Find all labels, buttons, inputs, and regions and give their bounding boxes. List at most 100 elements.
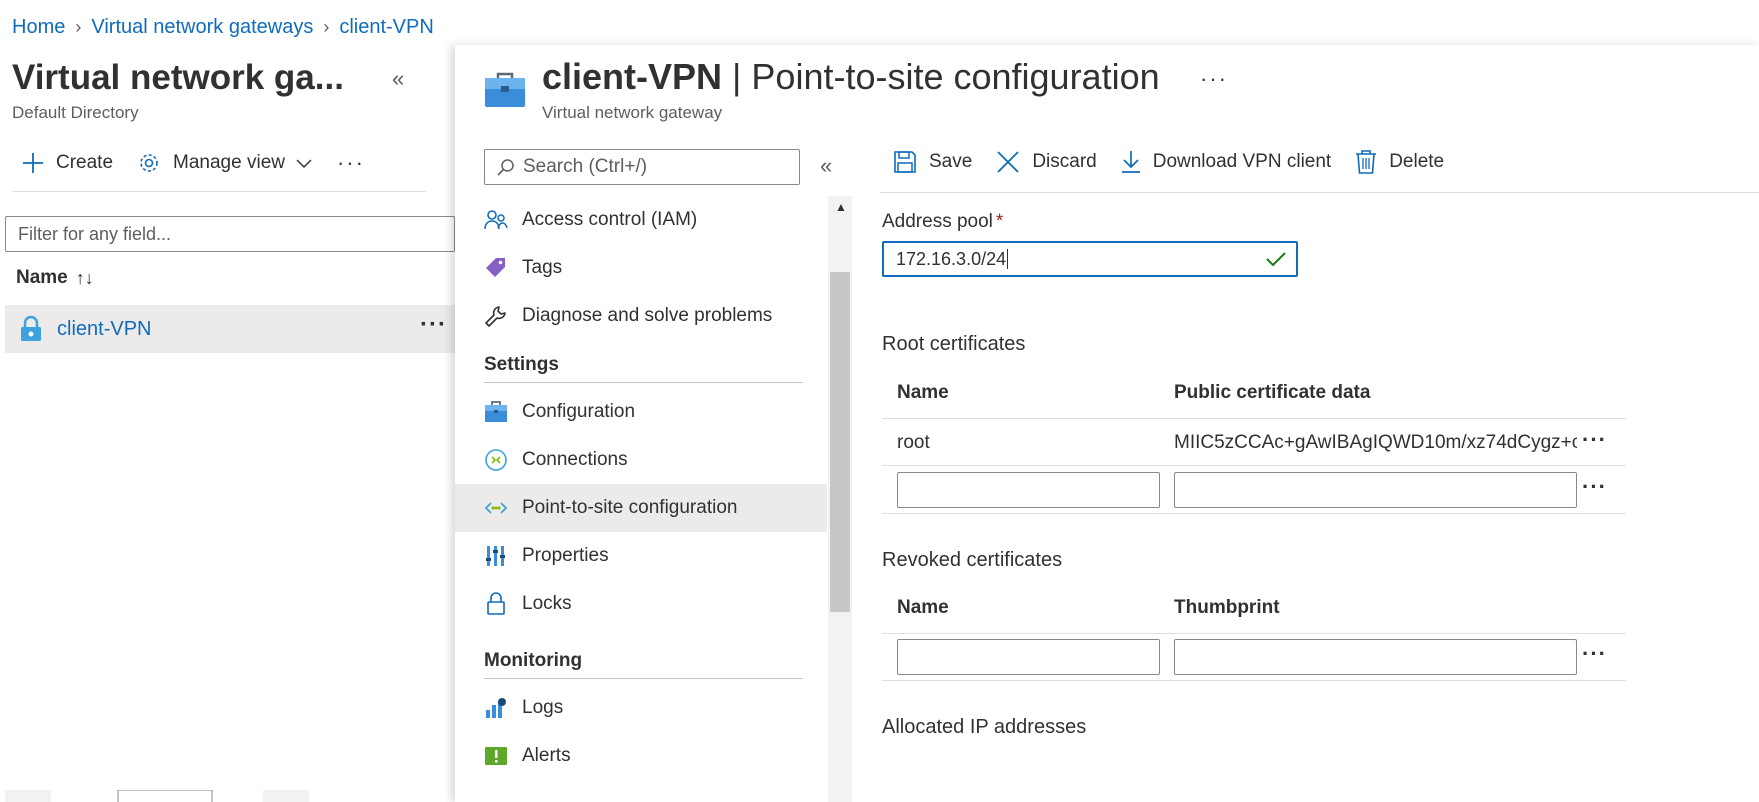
menu-item-label: Configuration <box>522 401 636 422</box>
trash-icon <box>1356 150 1377 174</box>
sort-icon: ↑↓ <box>75 267 94 288</box>
filter-input[interactable]: Filter for any field... <box>5 216 455 252</box>
connections-icon <box>484 448 508 472</box>
revoked-certificates-heading: Revoked certificates <box>882 549 1063 571</box>
text-caret <box>1007 249 1009 269</box>
gear-icon <box>140 154 158 172</box>
menu-item-tags[interactable]: Tags <box>455 244 827 292</box>
wrench-icon <box>484 304 508 328</box>
required-marker: * <box>995 211 1004 232</box>
menu-item-label: Properties <box>522 545 609 566</box>
root-cert-new-more-button[interactable]: ··· <box>1582 474 1607 500</box>
download-vpn-client-button[interactable]: Download VPN client <box>1121 150 1331 174</box>
p2s-icon <box>484 496 508 520</box>
left-more-button[interactable]: ··· <box>337 150 365 176</box>
save-label: Save <box>929 151 973 172</box>
page-title: client-VPN | Point-to-site configuration <box>542 56 1160 98</box>
list-item-client-vpn[interactable]: client-VPN ··· <box>5 305 455 353</box>
search-icon <box>497 159 514 176</box>
row-divider <box>882 633 1626 634</box>
client-vpn-link[interactable]: client-VPN <box>57 318 151 341</box>
logs-icon <box>484 696 508 720</box>
menu-item-alerts[interactable]: Alerts <box>455 732 827 780</box>
menu-item-access-control[interactable]: Access control (IAM) <box>455 196 827 244</box>
left-blade-subtitle: Default Directory <box>12 103 139 122</box>
tag-icon <box>484 256 508 280</box>
scroll-thumb[interactable] <box>830 272 850 612</box>
collapse-menu-button[interactable]: « <box>820 153 832 179</box>
toolbox-icon <box>484 400 508 424</box>
command-bar-divider <box>880 192 1759 193</box>
menu-item-connections[interactable]: Connections <box>455 436 827 484</box>
chevron-right-icon: › <box>75 17 82 37</box>
search-placeholder: Search (Ctrl+/) <box>523 156 648 177</box>
row-more-button[interactable]: ··· <box>420 311 447 339</box>
name-column-header[interactable]: Name ↑↓ <box>16 267 94 289</box>
alerts-icon <box>484 744 508 768</box>
manage-view-label: Manage view <box>173 152 285 173</box>
address-pool-value: 172.16.3.0/24 <box>896 248 1007 269</box>
menu-item-properties[interactable]: Properties <box>455 532 827 580</box>
revoked-new-thumbprint-input[interactable] <box>1174 639 1577 675</box>
menu-item-logs[interactable]: Logs <box>455 684 827 732</box>
root-cert-name: root <box>897 432 930 453</box>
name-column-label: Name <box>16 267 68 288</box>
root-cert-new-data-input[interactable] <box>1174 472 1577 508</box>
toolbox-icon <box>484 72 526 108</box>
revoked-new-name-input[interactable] <box>897 639 1160 675</box>
left-blade-title: Virtual network ga... <box>12 58 344 97</box>
revoked-col-name: Name <box>897 597 949 618</box>
resource-menu: Access control (IAM) Tags Diagnose and s… <box>455 196 827 780</box>
root-col-name: Name <box>897 382 949 403</box>
manage-view-button[interactable]: Manage view <box>137 151 313 175</box>
discard-button[interactable]: Discard <box>996 150 1097 174</box>
root-cert-data: MIIC5zCCAc+gAwIBAgIQWD10m/xz74dCygz+c <box>1174 432 1577 453</box>
chevron-right-icon: › <box>323 17 330 37</box>
left-toolbar: Create Manage view ··· <box>22 150 389 176</box>
menu-item-point-to-site[interactable]: Point-to-site configuration <box>455 484 827 532</box>
menu-item-diagnose[interactable]: Diagnose and solve problems <box>455 292 827 340</box>
page-title-separator: | <box>722 56 752 97</box>
menu-item-label: Connections <box>522 449 628 470</box>
command-bar: Save Discard Download VPN client Delete <box>893 150 1468 174</box>
section-divider <box>484 678 803 679</box>
close-icon <box>997 151 1019 173</box>
blade-more-button[interactable]: ··· <box>1200 66 1228 92</box>
chevron-down-icon <box>296 159 312 169</box>
menu-item-configuration[interactable]: Configuration <box>455 388 827 436</box>
create-button[interactable]: Create <box>22 152 113 174</box>
allocated-ip-heading: Allocated IP addresses <box>882 716 1087 738</box>
people-icon <box>484 208 508 232</box>
row-divider <box>882 680 1626 681</box>
page-subtitle: Virtual network gateway <box>542 103 723 122</box>
vpn-gateway-icon <box>21 315 41 341</box>
root-certificates-heading: Root certificates <box>882 333 1026 355</box>
root-cert-more-button[interactable]: ··· <box>1582 427 1607 453</box>
save-button[interactable]: Save <box>893 150 972 174</box>
menu-item-label: Tags <box>522 257 563 278</box>
download-label: Download VPN client <box>1152 151 1332 172</box>
scroll-up-arrow[interactable]: ▲ <box>835 200 847 214</box>
breadcrumb-client-vpn-link[interactable]: client-VPN <box>339 16 433 39</box>
section-settings: Settings <box>484 354 559 375</box>
menu-item-locks[interactable]: Locks <box>455 580 827 628</box>
plus-icon <box>23 153 43 173</box>
root-cert-new-name-input[interactable] <box>897 472 1160 508</box>
collapse-left-blade-button[interactable]: « <box>392 66 404 92</box>
menu-search-input[interactable]: Search (Ctrl+/) <box>484 149 800 185</box>
page-title-page: Point-to-site configuration <box>751 56 1160 97</box>
revoked-new-more-button[interactable]: ··· <box>1582 641 1607 667</box>
menu-scrollbar[interactable]: ▲ <box>828 196 852 802</box>
row-divider <box>882 465 1626 466</box>
delete-button[interactable]: Delete <box>1355 150 1444 174</box>
breadcrumb-gateways-link[interactable]: Virtual network gateways <box>91 16 313 39</box>
lock-icon <box>484 592 508 616</box>
address-pool-input[interactable]: 172.16.3.0/24 <box>882 241 1298 277</box>
left-toolbar-divider <box>12 191 426 192</box>
discard-label: Discard <box>1032 151 1097 172</box>
breadcrumb-home-link[interactable]: Home <box>12 16 65 39</box>
pagination <box>5 790 325 802</box>
page-title-resource: client-VPN <box>542 56 723 97</box>
address-pool-label-text: Address pool <box>882 211 993 232</box>
menu-item-label: Logs <box>522 697 564 718</box>
